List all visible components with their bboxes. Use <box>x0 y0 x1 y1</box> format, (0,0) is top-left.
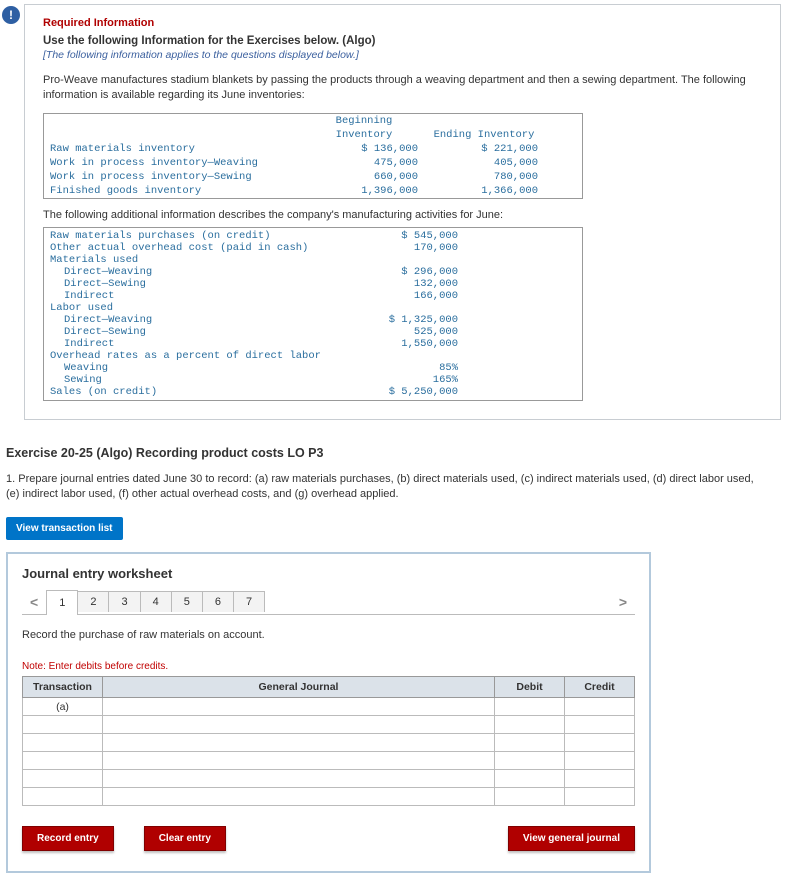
info-badge-icon: ! <box>2 6 20 24</box>
credit-cell[interactable] <box>565 770 635 788</box>
inv-row-val: 1,366,000 <box>424 184 544 198</box>
credit-cell[interactable] <box>565 734 635 752</box>
inv-row-label: Work in process inventory—Weaving <box>44 156 304 170</box>
inv-row-val: 780,000 <box>424 170 544 184</box>
tab-2[interactable]: 2 <box>77 591 109 612</box>
debit-cell[interactable] <box>495 770 565 788</box>
act-row-val: 166,000 <box>344 290 464 302</box>
required-header: Required Information <box>43 17 762 29</box>
additional-info-text: The following additional information des… <box>43 209 762 221</box>
debit-cell[interactable] <box>495 698 565 716</box>
act-row-val: 525,000 <box>344 326 464 338</box>
act-row-label: Materials used <box>44 254 344 266</box>
account-cell[interactable] <box>103 698 495 716</box>
clear-entry-button[interactable]: Clear entry <box>144 826 226 851</box>
journal-worksheet-panel: Journal entry worksheet < 1 2 3 4 5 6 7 … <box>6 552 651 873</box>
col-header-ending: Ending Inventory <box>424 128 544 142</box>
credit-cell[interactable] <box>565 716 635 734</box>
debit-cell[interactable] <box>495 716 565 734</box>
applies-note: [The following information applies to th… <box>43 49 762 61</box>
act-row-val: 85% <box>344 362 464 374</box>
worksheet-title: Journal entry worksheet <box>22 566 635 581</box>
tab-4[interactable]: 4 <box>140 591 172 612</box>
exercise-title: Exercise 20-25 (Algo) Recording product … <box>6 446 785 460</box>
inv-row-val: $ 221,000 <box>424 142 544 156</box>
chevron-right-icon[interactable]: > <box>611 594 635 610</box>
debits-before-credits-note: Note: Enter debits before credits. <box>22 661 635 672</box>
col-header-beginning-a: Beginning <box>304 114 424 128</box>
inv-row-val: 1,396,000 <box>304 184 424 198</box>
account-cell[interactable] <box>103 788 495 806</box>
act-row-val <box>344 254 464 266</box>
activities-table: Raw materials purchases (on credit)$ 545… <box>43 227 583 401</box>
question-text: 1. Prepare journal entries dated June 30… <box>6 472 766 502</box>
act-row-val: 170,000 <box>344 242 464 254</box>
act-row-label: Other actual overhead cost (paid in cash… <box>44 242 344 254</box>
col-header-beginning-b: Inventory <box>304 128 424 142</box>
col-header-transaction: Transaction <box>23 677 103 698</box>
inv-row-val: 405,000 <box>424 156 544 170</box>
chevron-left-icon[interactable]: < <box>22 594 46 610</box>
inv-row-label: Finished goods inventory <box>44 184 304 198</box>
general-journal-table: Transaction General Journal Debit Credit… <box>22 676 635 806</box>
account-cell[interactable] <box>103 734 495 752</box>
tab-3[interactable]: 3 <box>108 591 140 612</box>
record-entry-button[interactable]: Record entry <box>22 826 114 851</box>
inv-row-label: Raw materials inventory <box>44 142 304 156</box>
act-row-label: Indirect <box>44 290 344 302</box>
credit-cell[interactable] <box>565 698 635 716</box>
act-row-label: Direct—Sewing <box>44 326 344 338</box>
intro-paragraph: Pro-Weave manufactures stadium blankets … <box>43 73 762 103</box>
col-header-credit: Credit <box>565 677 635 698</box>
act-row-label: Raw materials purchases (on credit) <box>44 230 344 242</box>
act-row-val <box>344 350 464 362</box>
view-general-journal-button[interactable]: View general journal <box>508 826 635 851</box>
credit-cell[interactable] <box>565 752 635 770</box>
act-row-val <box>344 302 464 314</box>
tab-7[interactable]: 7 <box>233 591 265 612</box>
worksheet-tabs: < 1 2 3 4 5 6 7 > <box>22 589 635 615</box>
act-row-val: 132,000 <box>344 278 464 290</box>
col-header-debit: Debit <box>495 677 565 698</box>
entry-instruction: Record the purchase of raw materials on … <box>22 629 635 641</box>
inv-row-val: 660,000 <box>304 170 424 184</box>
act-row-label: Sewing <box>44 374 344 386</box>
col-header-general-journal: General Journal <box>103 677 495 698</box>
inv-row-val: 475,000 <box>304 156 424 170</box>
account-cell[interactable] <box>103 752 495 770</box>
debit-cell[interactable] <box>495 788 565 806</box>
act-row-val: 165% <box>344 374 464 386</box>
act-row-label: Direct—Weaving <box>44 314 344 326</box>
act-row-label: Indirect <box>44 338 344 350</box>
account-cell[interactable] <box>103 716 495 734</box>
tab-1[interactable]: 1 <box>46 590 78 615</box>
inv-row-label: Work in process inventory—Sewing <box>44 170 304 184</box>
act-row-label: Sales (on credit) <box>44 386 344 398</box>
act-row-label: Labor used <box>44 302 344 314</box>
act-row-val: $ 1,325,000 <box>344 314 464 326</box>
inv-row-val: $ 136,000 <box>304 142 424 156</box>
debit-cell[interactable] <box>495 752 565 770</box>
act-row-val: $ 5,250,000 <box>344 386 464 398</box>
transaction-label: (a) <box>23 698 103 716</box>
act-row-label: Direct—Sewing <box>44 278 344 290</box>
act-row-val: $ 545,000 <box>344 230 464 242</box>
debit-cell[interactable] <box>495 734 565 752</box>
tab-6[interactable]: 6 <box>202 591 234 612</box>
act-row-label: Direct—Weaving <box>44 266 344 278</box>
act-row-val: 1,550,000 <box>344 338 464 350</box>
account-cell[interactable] <box>103 770 495 788</box>
view-transaction-list-button[interactable]: View transaction list <box>6 517 123 540</box>
act-row-label: Weaving <box>44 362 344 374</box>
act-row-val: $ 296,000 <box>344 266 464 278</box>
credit-cell[interactable] <box>565 788 635 806</box>
inventory-table: Beginning Inventory Ending Inventory Raw… <box>43 113 583 199</box>
act-row-label: Overhead rates as a percent of direct la… <box>44 350 344 362</box>
use-info-header: Use the following Information for the Ex… <box>43 35 762 47</box>
tab-5[interactable]: 5 <box>171 591 203 612</box>
